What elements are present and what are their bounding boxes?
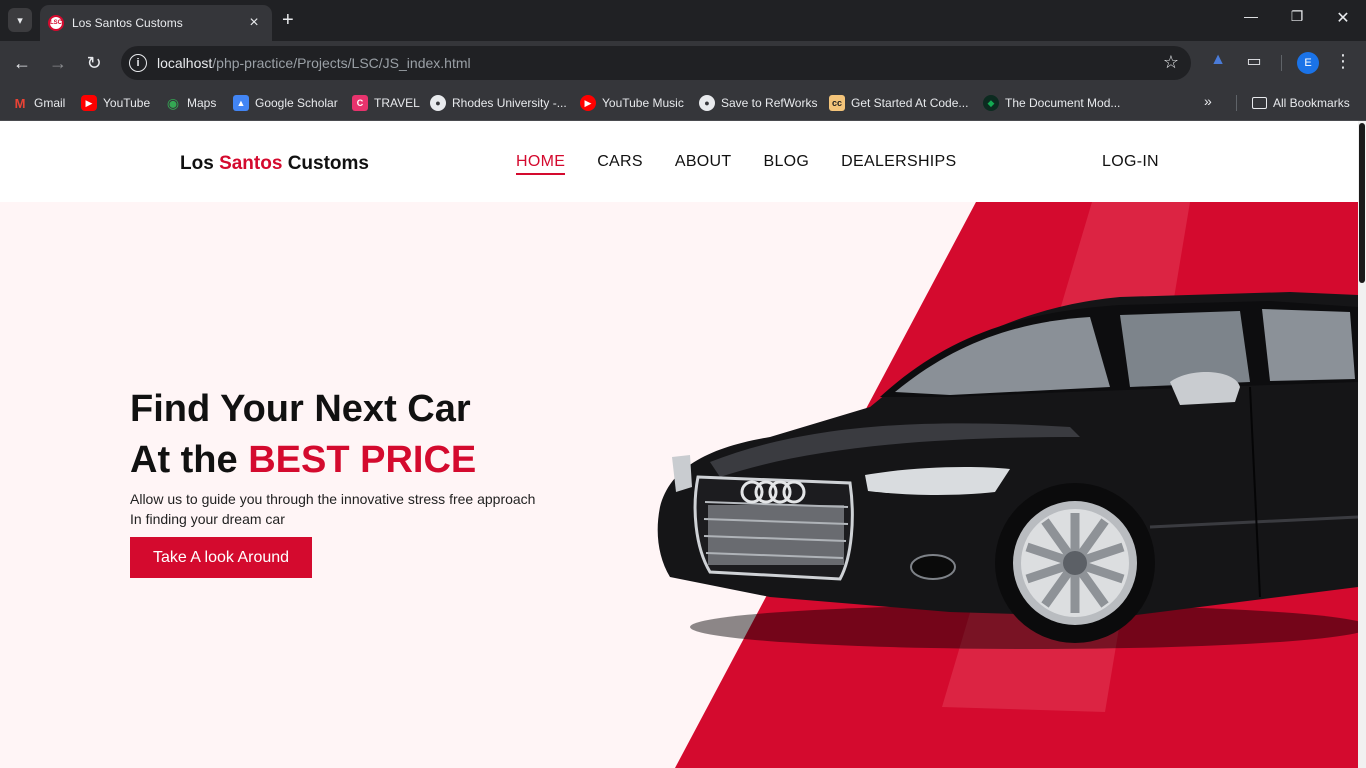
folder-icon xyxy=(1252,97,1267,109)
url-path: /php-practice/Projects/LSC/JS_index.html xyxy=(212,55,471,71)
nav-cars[interactable]: CARS xyxy=(597,153,643,175)
reload-icon[interactable]: ↻ xyxy=(82,51,106,75)
web-page: Los Santos Customs HOME CARS ABOUT BLOG … xyxy=(0,121,1358,768)
headline-line2: At the BEST PRICE xyxy=(130,435,476,486)
forward-arrow-icon[interactable]: → xyxy=(46,51,70,75)
all-bookmarks-label: All Bookmarks xyxy=(1273,96,1350,110)
site-logo[interactable]: Los Santos Customs xyxy=(180,153,369,175)
headline-line2-prefix: At the xyxy=(130,439,249,481)
bookmark-codecademy[interactable]: cc Get Started At Code... xyxy=(829,92,968,114)
travel-icon: C xyxy=(352,95,368,111)
tab-title: Los Santos Customs xyxy=(72,16,183,30)
page-scrollbar[interactable] xyxy=(1358,121,1366,768)
bookmark-label: The Document Mod... xyxy=(1005,96,1121,110)
restore-icon[interactable]: ❐ xyxy=(1285,8,1309,25)
youtube-icon: ▶ xyxy=(81,95,97,111)
bookmarks-overflow-chevron-icon[interactable]: » xyxy=(1204,93,1212,109)
address-bar[interactable]: i localhost/php-practice/Projects/LSC/JS… xyxy=(121,46,1191,80)
youtube-music-icon: ▶ xyxy=(580,95,596,111)
all-bookmarks[interactable]: All Bookmarks xyxy=(1252,92,1350,114)
bookmark-label: Google Scholar xyxy=(255,96,338,110)
menu-kebab-icon[interactable]: ⋮ xyxy=(1331,51,1355,72)
hero-subtext-line2: In finding your dream car xyxy=(130,511,285,527)
browser-tab-active[interactable]: LSC Los Santos Customs × xyxy=(40,5,272,41)
login-link[interactable]: LOG-IN xyxy=(1102,153,1159,171)
bookmark-label: Save to RefWorks xyxy=(721,96,818,110)
browser-tab-bar: ▾ LSC Los Santos Customs × + — ❐ ✕ xyxy=(0,0,1366,41)
profile-avatar[interactable]: E xyxy=(1297,52,1319,74)
new-tab-plus-icon[interactable]: + xyxy=(282,9,294,31)
bookmark-youtube-music[interactable]: ▶ YouTube Music xyxy=(580,92,684,114)
gmail-icon: M xyxy=(14,95,26,111)
nav-dealerships[interactable]: DEALERSHIPS xyxy=(841,153,956,175)
bookmark-label: Get Started At Code... xyxy=(851,96,969,110)
bookmark-label: Gmail xyxy=(34,96,66,110)
hero-subtext: Allow us to guide you through the innova… xyxy=(130,489,535,529)
site-header: Los Santos Customs HOME CARS ABOUT BLOG … xyxy=(0,121,1358,202)
bookmark-refworks[interactable]: ● Save to RefWorks xyxy=(699,92,817,114)
tab-search-chevron-icon[interactable]: ▾ xyxy=(8,8,32,32)
globe-icon: ● xyxy=(430,95,446,111)
bookmark-youtube[interactable]: ▶ YouTube xyxy=(81,92,150,114)
bookmark-label: Maps xyxy=(187,96,217,110)
bookmark-rhodes-university[interactable]: ● Rhodes University -... xyxy=(430,92,567,114)
logo-text-accent: Santos xyxy=(219,153,283,174)
maps-pin-icon: ◉ xyxy=(166,94,180,111)
site-info-icon[interactable]: i xyxy=(129,54,147,72)
headline-line2-accent: BEST PRICE xyxy=(248,439,477,481)
bookmark-google-scholar[interactable]: ▲ Google Scholar xyxy=(233,92,338,114)
mongodb-leaf-icon: ◆ xyxy=(983,95,999,111)
nav-home[interactable]: HOME xyxy=(516,153,566,175)
bookmark-label: YouTube Music xyxy=(602,96,684,110)
minimize-icon[interactable]: — xyxy=(1239,8,1263,24)
codecademy-icon: cc xyxy=(829,95,845,111)
scholar-cap-icon: ▲ xyxy=(233,95,249,111)
globe-icon: ● xyxy=(699,95,715,111)
back-arrow-icon[interactable]: ← xyxy=(10,51,34,75)
scrollbar-thumb[interactable] xyxy=(1359,123,1365,283)
hero-subtext-line1: Allow us to guide you through the innova… xyxy=(130,491,536,507)
hero-section: Find Your Next Car At the BEST PRICE All… xyxy=(0,202,1358,768)
bookmark-mongodb-docs[interactable]: ◆ The Document Mod... xyxy=(983,92,1120,114)
hero-headline: Find Your Next Car At the BEST PRICE xyxy=(130,384,476,486)
bookmark-maps[interactable]: ◉ Maps xyxy=(165,92,216,114)
bookmark-gmail[interactable]: M Gmail xyxy=(12,92,66,114)
bookmark-star-icon[interactable]: ☆ xyxy=(1163,52,1179,73)
toolbar-divider xyxy=(1281,55,1282,71)
window-close-icon[interactable]: ✕ xyxy=(1331,8,1355,28)
bookmarks-divider xyxy=(1236,95,1237,111)
headline-line1: Find Your Next Car xyxy=(130,388,471,430)
extension-crown-icon[interactable]: ▲ xyxy=(1206,51,1230,69)
bookmark-travel[interactable]: C TRAVEL xyxy=(352,92,420,114)
take-a-look-button[interactable]: Take A look Around xyxy=(130,537,312,578)
main-nav: HOME CARS ABOUT BLOG DEALERSHIPS xyxy=(516,153,989,175)
site-favicon-icon: LSC xyxy=(48,15,64,31)
tab-close-icon[interactable]: × xyxy=(246,14,262,32)
extensions-puzzle-icon[interactable]: ▭ xyxy=(1242,51,1266,71)
bookmark-label: TRAVEL xyxy=(374,96,420,110)
nav-blog[interactable]: BLOG xyxy=(763,153,809,175)
url-text[interactable]: localhost/php-practice/Projects/LSC/JS_i… xyxy=(157,55,471,71)
black-sedan-car-image xyxy=(657,292,1358,649)
bookmark-label: YouTube xyxy=(103,96,151,110)
logo-text-part2: Customs xyxy=(282,153,369,174)
bookmarks-bar: M Gmail ▶ YouTube ◉ Maps ▲ Google Scholar CT… xyxy=(0,85,1366,121)
browser-toolbar: ← → ↻ i localhost/php-practice/Projects/… xyxy=(0,41,1366,85)
nav-about[interactable]: ABOUT xyxy=(675,153,732,175)
url-host: localhost xyxy=(157,55,213,71)
logo-text-part1: Los xyxy=(180,153,220,174)
bookmark-label: Rhodes University -... xyxy=(452,96,567,110)
